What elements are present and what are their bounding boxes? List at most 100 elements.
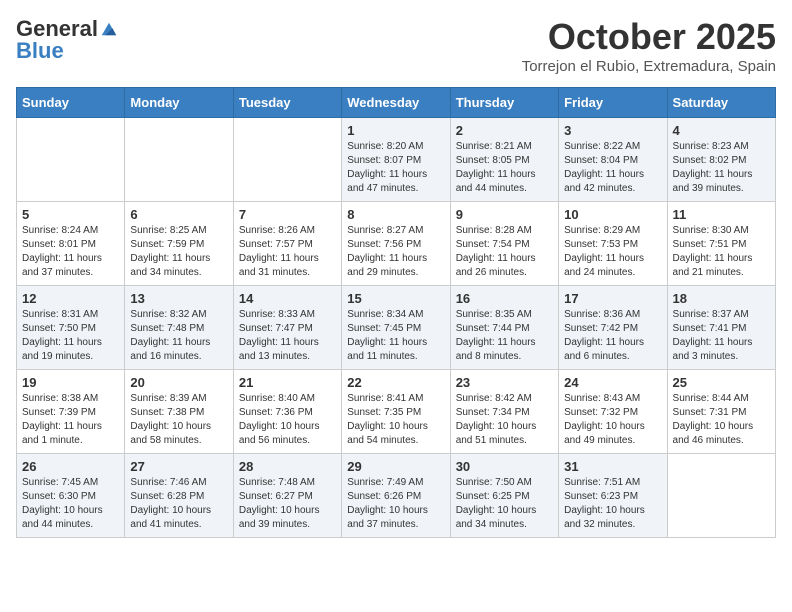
day-number: 18: [673, 291, 770, 306]
calendar-cell: 28 Sunrise: 7:48 AM Sunset: 6:27 PM Dayli…: [233, 454, 341, 538]
calendar-cell: 20Sunrise: 8:39 AM Sunset: 7:38 PM Dayli…: [125, 370, 233, 454]
calendar-cell: [17, 118, 125, 202]
weekday-header-monday: Monday: [125, 88, 233, 118]
calendar-cell: 15Sunrise: 8:34 AM Sunset: 7:45 PM Dayli…: [342, 286, 450, 370]
calendar-cell: 9 Sunrise: 8:28 AM Sunset: 7:54 PM Daylig…: [450, 202, 558, 286]
calendar-cell: 27 Sunrise: 7:46 AM Sunset: 6:28 PM Dayli…: [125, 454, 233, 538]
day-number: 27: [130, 459, 227, 474]
calendar-cell: [667, 454, 775, 538]
day-number: 10: [564, 207, 661, 222]
calendar-cell: 12 Sunrise: 8:31 AM Sunset: 7:50 PM Dayli…: [17, 286, 125, 370]
day-info: Sunrise: 8:36 AM Sunset: 7:42 PM Dayligh…: [564, 308, 661, 364]
calendar-cell: 23Sunrise: 8:42 AM Sunset: 7:34 PM Dayli…: [450, 370, 558, 454]
day-info: Sunrise: 8:29 AM Sunset: 7:53 PM Dayligh…: [564, 224, 661, 280]
day-info: Sunrise: 8:22 AM Sunset: 8:04 PM Dayligh…: [564, 140, 661, 196]
day-number: 15: [347, 291, 444, 306]
day-info: Sunrise: 8:23 AM Sunset: 8:02 PM Dayligh…: [673, 140, 770, 196]
weekday-header-sunday: Sunday: [17, 88, 125, 118]
day-number: 14: [239, 291, 336, 306]
week-row-4: 19Sunrise: 8:38 AM Sunset: 7:39 PM Dayli…: [17, 370, 776, 454]
day-info: Sunrise: 8:26 AM Sunset: 7:57 PM Dayligh…: [239, 224, 336, 280]
day-info: Sunrise: 8:35 AM Sunset: 7:44 PM Dayligh…: [456, 308, 553, 364]
calendar-cell: 18 Sunrise: 8:37 AM Sunset: 7:41 PM Dayli…: [667, 286, 775, 370]
day-number: 6: [130, 207, 227, 222]
day-info: Sunrise: 8:37 AM Sunset: 7:41 PM Dayligh…: [673, 308, 770, 364]
calendar-cell: 24Sunrise: 8:43 AM Sunset: 7:32 PM Dayli…: [559, 370, 667, 454]
day-number: 20: [130, 375, 227, 390]
logo-icon: [100, 20, 118, 38]
calendar-cell: 31 Sunrise: 7:51 AM Sunset: 6:23 PM Dayli…: [559, 454, 667, 538]
calendar-cell: 2 Sunrise: 8:21 AM Sunset: 8:05 PM Daylig…: [450, 118, 558, 202]
day-info: Sunrise: 8:40 AM Sunset: 7:36 PM Dayligh…: [239, 392, 336, 448]
calendar-cell: 21 Sunrise: 8:40 AM Sunset: 7:36 PM Dayli…: [233, 370, 341, 454]
day-info: Sunrise: 7:45 AM Sunset: 6:30 PM Dayligh…: [22, 476, 119, 532]
calendar-cell: [125, 118, 233, 202]
day-number: 11: [673, 207, 770, 222]
day-info: Sunrise: 8:44 AM Sunset: 7:31 PM Dayligh…: [673, 392, 770, 448]
day-info: Sunrise: 8:38 AM Sunset: 7:39 PM Dayligh…: [22, 392, 119, 448]
day-info: Sunrise: 8:28 AM Sunset: 7:54 PM Dayligh…: [456, 224, 553, 280]
day-info: Sunrise: 8:30 AM Sunset: 7:51 PM Dayligh…: [673, 224, 770, 280]
calendar-cell: 19Sunrise: 8:38 AM Sunset: 7:39 PM Dayli…: [17, 370, 125, 454]
week-row-2: 5 Sunrise: 8:24 AM Sunset: 8:01 PM Daylig…: [17, 202, 776, 286]
calendar-cell: 17Sunrise: 8:36 AM Sunset: 7:42 PM Dayli…: [559, 286, 667, 370]
weekday-header-wednesday: Wednesday: [342, 88, 450, 118]
day-info: Sunrise: 8:27 AM Sunset: 7:56 PM Dayligh…: [347, 224, 444, 280]
calendar-cell: 8 Sunrise: 8:27 AM Sunset: 7:56 PM Daylig…: [342, 202, 450, 286]
calendar-cell: 26 Sunrise: 7:45 AM Sunset: 6:30 PM Dayli…: [17, 454, 125, 538]
day-number: 7: [239, 207, 336, 222]
day-info: Sunrise: 8:25 AM Sunset: 7:59 PM Dayligh…: [130, 224, 227, 280]
day-number: 2: [456, 123, 553, 138]
day-number: 31: [564, 459, 661, 474]
calendar-cell: 11 Sunrise: 8:30 AM Sunset: 7:51 PM Dayli…: [667, 202, 775, 286]
week-row-3: 12 Sunrise: 8:31 AM Sunset: 7:50 PM Dayli…: [17, 286, 776, 370]
page-header: General Blue October 2025 Torrejon el Ru…: [16, 16, 776, 75]
weekday-header-thursday: Thursday: [450, 88, 558, 118]
calendar-cell: 6 Sunrise: 8:25 AM Sunset: 7:59 PM Daylig…: [125, 202, 233, 286]
weekday-header-tuesday: Tuesday: [233, 88, 341, 118]
day-info: Sunrise: 8:21 AM Sunset: 8:05 PM Dayligh…: [456, 140, 553, 196]
day-info: Sunrise: 8:41 AM Sunset: 7:35 PM Dayligh…: [347, 392, 444, 448]
day-info: Sunrise: 8:33 AM Sunset: 7:47 PM Dayligh…: [239, 308, 336, 364]
day-info: Sunrise: 8:31 AM Sunset: 7:50 PM Dayligh…: [22, 308, 119, 364]
calendar-cell: 16 Sunrise: 8:35 AM Sunset: 7:44 PM Dayli…: [450, 286, 558, 370]
day-number: 21: [239, 375, 336, 390]
calendar-cell: 1Sunrise: 8:20 AM Sunset: 8:07 PM Daylig…: [342, 118, 450, 202]
weekday-header-saturday: Saturday: [667, 88, 775, 118]
logo-blue-text: Blue: [16, 38, 64, 63]
day-info: Sunrise: 7:50 AM Sunset: 6:25 PM Dayligh…: [456, 476, 553, 532]
day-number: 5: [22, 207, 119, 222]
day-number: 8: [347, 207, 444, 222]
day-info: Sunrise: 8:24 AM Sunset: 8:01 PM Dayligh…: [22, 224, 119, 280]
calendar-cell: 13 Sunrise: 8:32 AM Sunset: 7:48 PM Dayli…: [125, 286, 233, 370]
day-info: Sunrise: 7:46 AM Sunset: 6:28 PM Dayligh…: [130, 476, 227, 532]
day-number: 25: [673, 375, 770, 390]
day-info: Sunrise: 8:32 AM Sunset: 7:48 PM Dayligh…: [130, 308, 227, 364]
calendar-table: SundayMondayTuesdayWednesdayThursdayFrid…: [16, 87, 776, 538]
calendar-cell: 4 Sunrise: 8:23 AM Sunset: 8:02 PM Daylig…: [667, 118, 775, 202]
day-info: Sunrise: 7:49 AM Sunset: 6:26 PM Dayligh…: [347, 476, 444, 532]
day-info: Sunrise: 7:48 AM Sunset: 6:27 PM Dayligh…: [239, 476, 336, 532]
day-number: 9: [456, 207, 553, 222]
day-info: Sunrise: 7:51 AM Sunset: 6:23 PM Dayligh…: [564, 476, 661, 532]
calendar-cell: 3 Sunrise: 8:22 AM Sunset: 8:04 PM Daylig…: [559, 118, 667, 202]
calendar-cell: 10 Sunrise: 8:29 AM Sunset: 7:53 PM Dayli…: [559, 202, 667, 286]
day-number: 16: [456, 291, 553, 306]
calendar-cell: [233, 118, 341, 202]
title-block: October 2025 Torrejon el Rubio, Extremad…: [522, 16, 776, 75]
day-number: 13: [130, 291, 227, 306]
day-number: 28: [239, 459, 336, 474]
day-number: 4: [673, 123, 770, 138]
calendar-cell: 25 Sunrise: 8:44 AM Sunset: 7:31 PM Dayli…: [667, 370, 775, 454]
month-title: October 2025: [522, 16, 776, 58]
calendar-cell: 29 Sunrise: 7:49 AM Sunset: 6:26 PM Dayli…: [342, 454, 450, 538]
logo: General Blue: [16, 16, 118, 64]
day-number: 3: [564, 123, 661, 138]
day-number: 29: [347, 459, 444, 474]
calendar-cell: 5 Sunrise: 8:24 AM Sunset: 8:01 PM Daylig…: [17, 202, 125, 286]
week-row-1: 1Sunrise: 8:20 AM Sunset: 8:07 PM Daylig…: [17, 118, 776, 202]
day-number: 30: [456, 459, 553, 474]
day-info: Sunrise: 8:20 AM Sunset: 8:07 PM Dayligh…: [347, 140, 444, 196]
day-number: 12: [22, 291, 119, 306]
day-number: 26: [22, 459, 119, 474]
